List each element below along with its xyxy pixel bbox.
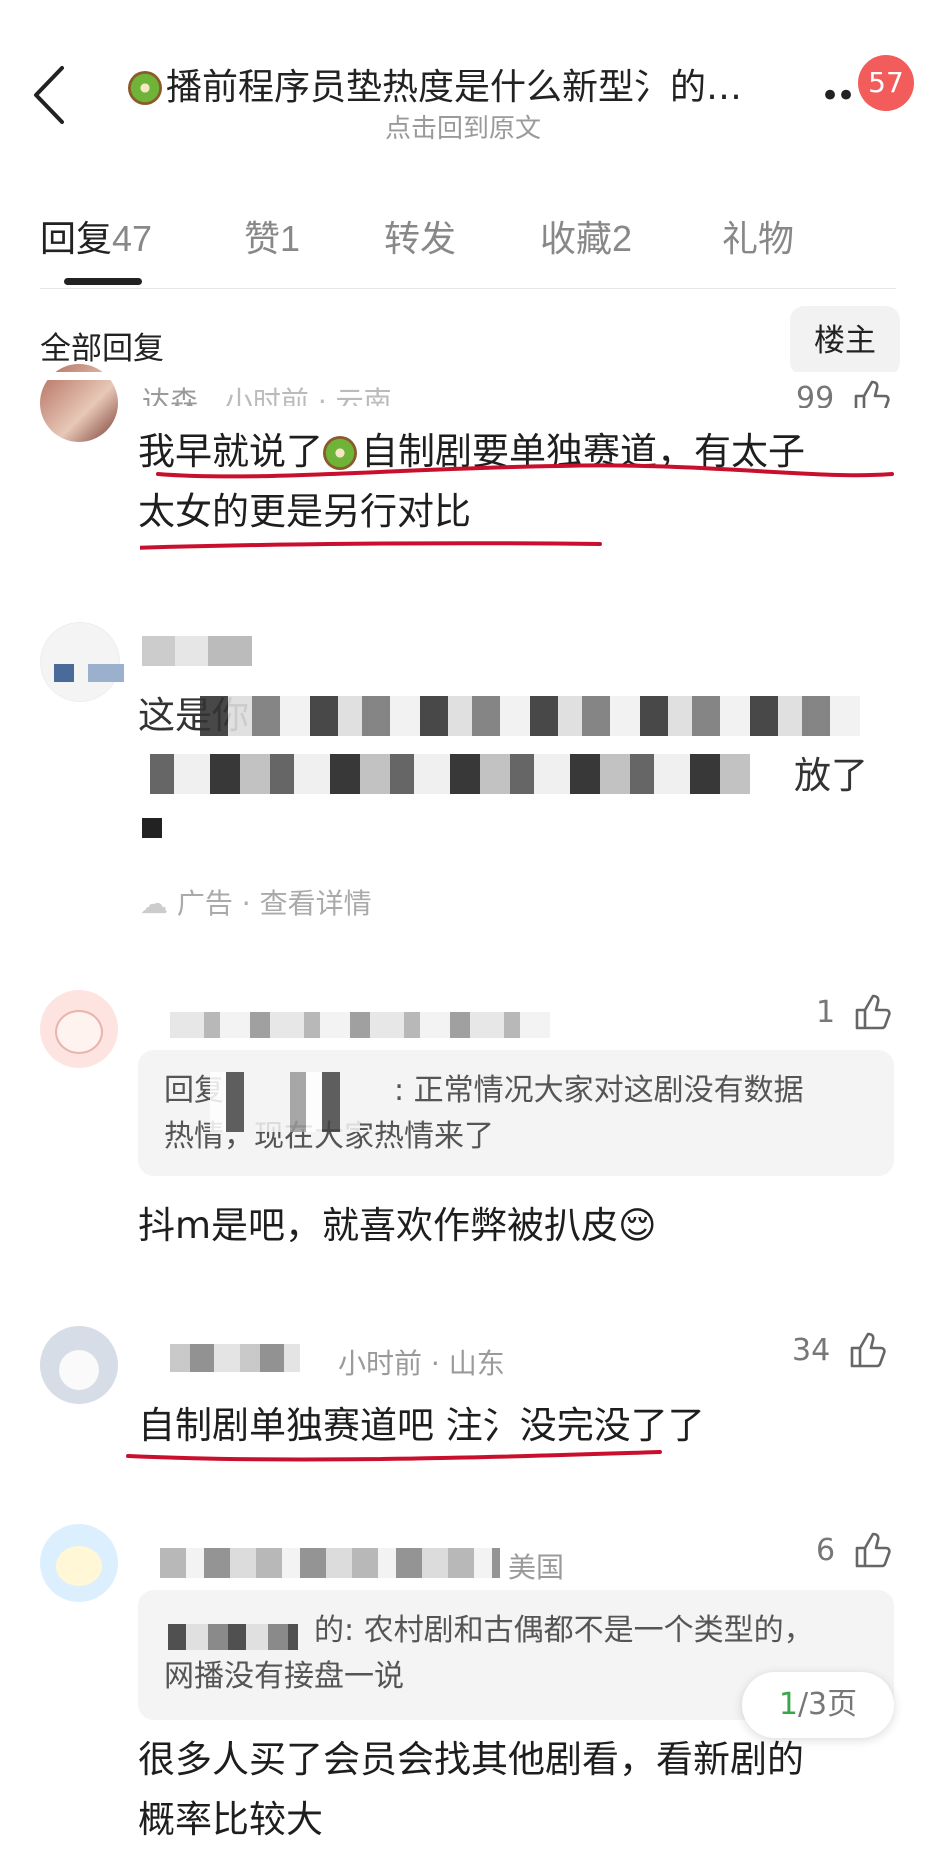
all-replies-label[interactable]: 全部回复	[40, 323, 164, 368]
comment-text: 抖m是吧，就喜欢作弊被扒皮😌	[138, 1204, 657, 1247]
like-button[interactable]: 34	[792, 1330, 886, 1370]
owner-only-button[interactable]: 楼主	[790, 306, 900, 376]
red-underline-annotation	[126, 1450, 662, 1462]
page-indicator[interactable]: 1/3页	[742, 1672, 894, 1738]
pixelated-block	[210, 1072, 360, 1132]
ad-icon: ☁	[140, 887, 168, 920]
chevron-left-icon	[34, 66, 64, 124]
avatar[interactable]	[40, 990, 118, 1068]
avatar[interactable]	[40, 1524, 118, 1602]
red-underline-annotation	[140, 463, 894, 550]
pixelated-block	[54, 664, 74, 682]
comment-author: 达森 小时前 · 云南	[142, 385, 392, 406]
tab-reposts[interactable]: 转发	[384, 210, 456, 262]
tab-favorites[interactable]: 收藏2	[540, 210, 632, 262]
comment-text: 很多人买了会员会找其他剧看，看新剧的 概率比较大	[138, 1738, 804, 1841]
like-button[interactable]: 1	[816, 992, 891, 1032]
comment-meta: 小时前 · 山东	[338, 1347, 505, 1380]
pixelated-name	[170, 1344, 300, 1372]
back-to-original-link[interactable]: 点击回到原文	[385, 108, 541, 145]
tab-gifts[interactable]: 礼物	[722, 210, 794, 262]
like-button[interactable]: 99	[796, 378, 890, 408]
thumbs-up-icon	[855, 1532, 891, 1568]
pixelated-name	[170, 1012, 550, 1038]
pixelated-block	[142, 636, 252, 666]
avatar[interactable]	[40, 1326, 118, 1404]
tab-likes[interactable]: 赞1	[244, 210, 300, 262]
ad-footer[interactable]: ☁ 广告 · 查看详情	[140, 882, 372, 922]
pixelated-block	[150, 754, 750, 794]
pixelated-block	[142, 818, 162, 838]
pixelated-block	[168, 1624, 298, 1650]
pixelated-block	[88, 664, 124, 682]
page-title[interactable]: 播前程序员垫热度是什么新型氵的…	[128, 58, 742, 110]
more-icon[interactable]: ••	[820, 76, 856, 116]
thumbs-up-icon	[854, 380, 890, 408]
avatar[interactable]	[40, 622, 120, 702]
like-button[interactable]: 6	[816, 1530, 891, 1570]
back-button[interactable]	[30, 60, 74, 130]
comment-meta: 美国	[508, 1551, 565, 1584]
thumbs-up-icon	[850, 1332, 886, 1368]
tab-divider	[40, 288, 896, 289]
tab-replies[interactable]: 回复47	[40, 210, 152, 262]
pixelated-name	[160, 1548, 500, 1578]
thumbs-up-icon	[855, 994, 891, 1030]
tab-indicator	[64, 278, 142, 285]
notification-badge[interactable]: 57	[858, 55, 914, 111]
kiwi-icon	[128, 71, 162, 105]
pixelated-block	[200, 696, 860, 736]
